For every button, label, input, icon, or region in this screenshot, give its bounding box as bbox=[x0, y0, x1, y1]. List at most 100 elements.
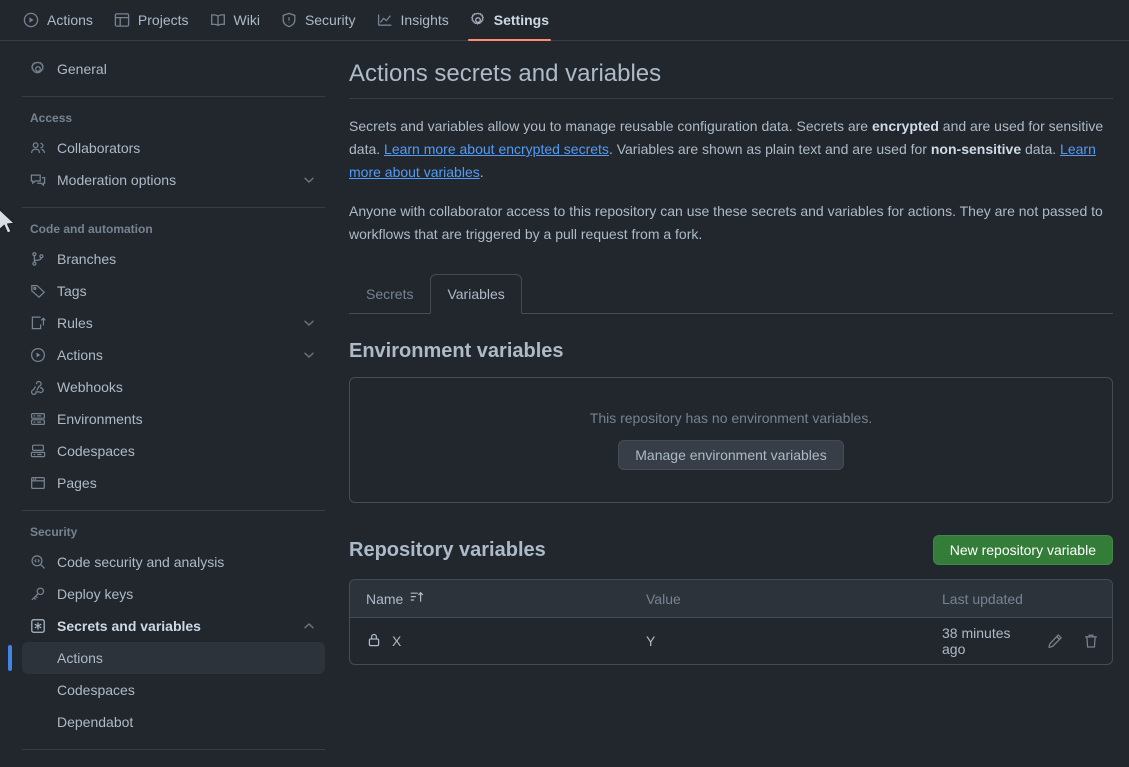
shield-icon bbox=[281, 12, 297, 28]
column-header-name-label: Name bbox=[366, 591, 403, 607]
last-updated-text: 38 minutes ago bbox=[942, 625, 1028, 657]
sidebar-item-label: Codespaces bbox=[57, 443, 317, 459]
sidebar-subitem-dependabot[interactable]: Dependabot bbox=[22, 706, 325, 738]
sidebar-item-label: Deploy keys bbox=[57, 586, 317, 602]
cell-name: X bbox=[366, 632, 646, 651]
desc-bold-non-sensitive: non-sensitive bbox=[931, 141, 1021, 157]
server-icon bbox=[30, 411, 46, 427]
desc-bold-encrypted: encrypted bbox=[872, 118, 939, 134]
sidebar-subitem-label: Actions bbox=[57, 650, 103, 666]
topnav-label: Wiki bbox=[234, 12, 260, 28]
sidebar-item-codespaces[interactable]: Codespaces bbox=[22, 435, 325, 467]
manage-environment-variables-button[interactable]: Manage environment variables bbox=[618, 440, 843, 470]
column-header-name[interactable]: Name bbox=[366, 589, 646, 608]
sidebar-item-label: Secrets and variables bbox=[57, 618, 301, 634]
topnav-item-actions[interactable]: Actions bbox=[14, 0, 102, 40]
description-paragraph-2: Anyone with collaborator access to this … bbox=[349, 200, 1113, 246]
graph-icon bbox=[377, 12, 393, 28]
sidebar-item-pages[interactable]: Pages bbox=[22, 467, 325, 499]
rules-icon bbox=[30, 315, 46, 331]
sidebar-item-rules[interactable]: Rules bbox=[22, 307, 325, 339]
desc-text: data. bbox=[1021, 141, 1060, 157]
sidebar-item-webhooks[interactable]: Webhooks bbox=[22, 371, 325, 403]
sort-asc-icon[interactable] bbox=[409, 589, 425, 608]
table-header-row: Name Value Last updated bbox=[350, 580, 1112, 618]
sidebar-item-tags[interactable]: Tags bbox=[22, 275, 325, 307]
new-repository-variable-button[interactable]: New repository variable bbox=[933, 535, 1113, 565]
sidebar-divider bbox=[22, 510, 325, 511]
sidebar-divider bbox=[22, 749, 325, 750]
cell-value: Y bbox=[646, 633, 942, 649]
sidebar-section-security: Security bbox=[30, 522, 325, 542]
table-row: X Y 38 minutes ago bbox=[350, 618, 1112, 664]
sidebar-item-secrets-and-variables[interactable]: Secrets and variables bbox=[22, 610, 325, 642]
sidebar-item-label: Moderation options bbox=[57, 172, 301, 188]
page-title: Actions secrets and variables bbox=[349, 58, 1113, 99]
sidebar-item-general[interactable]: General bbox=[22, 53, 325, 85]
chevron-down-icon[interactable] bbox=[301, 315, 317, 331]
top-navigation: Actions Projects Wiki Security bbox=[0, 0, 1129, 41]
empty-state-text: This repository has no environment varia… bbox=[590, 410, 872, 426]
sidebar-item-label: Actions bbox=[57, 347, 301, 363]
sidebar-divider bbox=[22, 207, 325, 208]
people-icon bbox=[30, 140, 46, 156]
settings-sidebar: General Access Collaborators bbox=[0, 41, 333, 767]
topnav-item-security[interactable]: Security bbox=[272, 0, 365, 40]
cell-last-updated-and-actions: 38 minutes ago bbox=[942, 625, 1100, 657]
key-icon bbox=[30, 586, 46, 602]
variable-name: X bbox=[392, 633, 401, 649]
topnav-item-projects[interactable]: Projects bbox=[105, 0, 198, 40]
sidebar-item-label: Branches bbox=[57, 251, 317, 267]
sidebar-item-label: Tags bbox=[57, 283, 317, 299]
table-icon bbox=[114, 12, 130, 28]
chevron-down-icon[interactable] bbox=[301, 347, 317, 363]
sidebar-item-label: General bbox=[57, 61, 317, 77]
browser-icon bbox=[30, 475, 46, 491]
gear-icon bbox=[30, 61, 46, 77]
lock-icon bbox=[366, 632, 382, 651]
topnav-item-insights[interactable]: Insights bbox=[368, 0, 458, 40]
asterisk-square-icon bbox=[30, 618, 46, 634]
chevron-up-icon[interactable] bbox=[301, 618, 317, 634]
sidebar-item-label: Code security and analysis bbox=[57, 554, 317, 570]
sidebar-item-label: Pages bbox=[57, 475, 317, 491]
sidebar-item-label: Collaborators bbox=[57, 140, 317, 156]
page-layout: General Access Collaborators bbox=[0, 41, 1129, 767]
main-content: Actions secrets and variables Secrets an… bbox=[333, 41, 1129, 767]
sidebar-subitem-codespaces[interactable]: Codespaces bbox=[22, 674, 325, 706]
comment-discussion-icon bbox=[30, 172, 46, 188]
topnav-label: Actions bbox=[47, 12, 93, 28]
codespaces-icon bbox=[30, 443, 46, 459]
sidebar-item-deploy-keys[interactable]: Deploy keys bbox=[22, 578, 325, 610]
topnav-label: Settings bbox=[494, 12, 549, 28]
tab-secrets[interactable]: Secrets bbox=[349, 274, 430, 314]
sidebar-divider bbox=[22, 96, 325, 97]
trash-icon[interactable] bbox=[1082, 631, 1100, 651]
play-circle-icon bbox=[23, 12, 39, 28]
sidebar-item-actions[interactable]: Actions bbox=[22, 339, 325, 371]
chevron-down-icon[interactable] bbox=[301, 172, 317, 188]
topnav-item-settings[interactable]: Settings bbox=[461, 0, 558, 40]
sidebar-item-branches[interactable]: Branches bbox=[22, 243, 325, 275]
column-header-last-updated: Last updated bbox=[942, 591, 1096, 607]
sidebar-item-label: Rules bbox=[57, 315, 301, 331]
sidebar-item-environments[interactable]: Environments bbox=[22, 403, 325, 435]
sidebar-section-access: Access bbox=[30, 108, 325, 128]
repository-variables-heading: Repository variables bbox=[349, 539, 546, 562]
tab-bar: Secrets Variables bbox=[349, 274, 1113, 314]
topnav-label: Insights bbox=[401, 12, 449, 28]
environment-variables-empty-state: This repository has no environment varia… bbox=[349, 377, 1113, 503]
sidebar-item-collaborators[interactable]: Collaborators bbox=[22, 132, 325, 164]
sidebar-subitem-actions[interactable]: Actions bbox=[22, 642, 325, 674]
topnav-item-wiki[interactable]: Wiki bbox=[201, 0, 269, 40]
sidebar-item-moderation-options[interactable]: Moderation options bbox=[22, 164, 325, 196]
link-encrypted-secrets[interactable]: Learn more about encrypted secrets bbox=[384, 141, 609, 157]
sidebar-item-code-security-and-analysis[interactable]: Code security and analysis bbox=[22, 546, 325, 578]
webhook-icon bbox=[30, 379, 46, 395]
gear-icon bbox=[470, 12, 486, 28]
pencil-icon[interactable] bbox=[1046, 631, 1064, 651]
repository-variables-table: Name Value Last updated bbox=[349, 579, 1113, 665]
desc-text: Secrets and variables allow you to manag… bbox=[349, 118, 872, 134]
column-header-value: Value bbox=[646, 591, 942, 607]
tab-variables[interactable]: Variables bbox=[430, 274, 521, 314]
